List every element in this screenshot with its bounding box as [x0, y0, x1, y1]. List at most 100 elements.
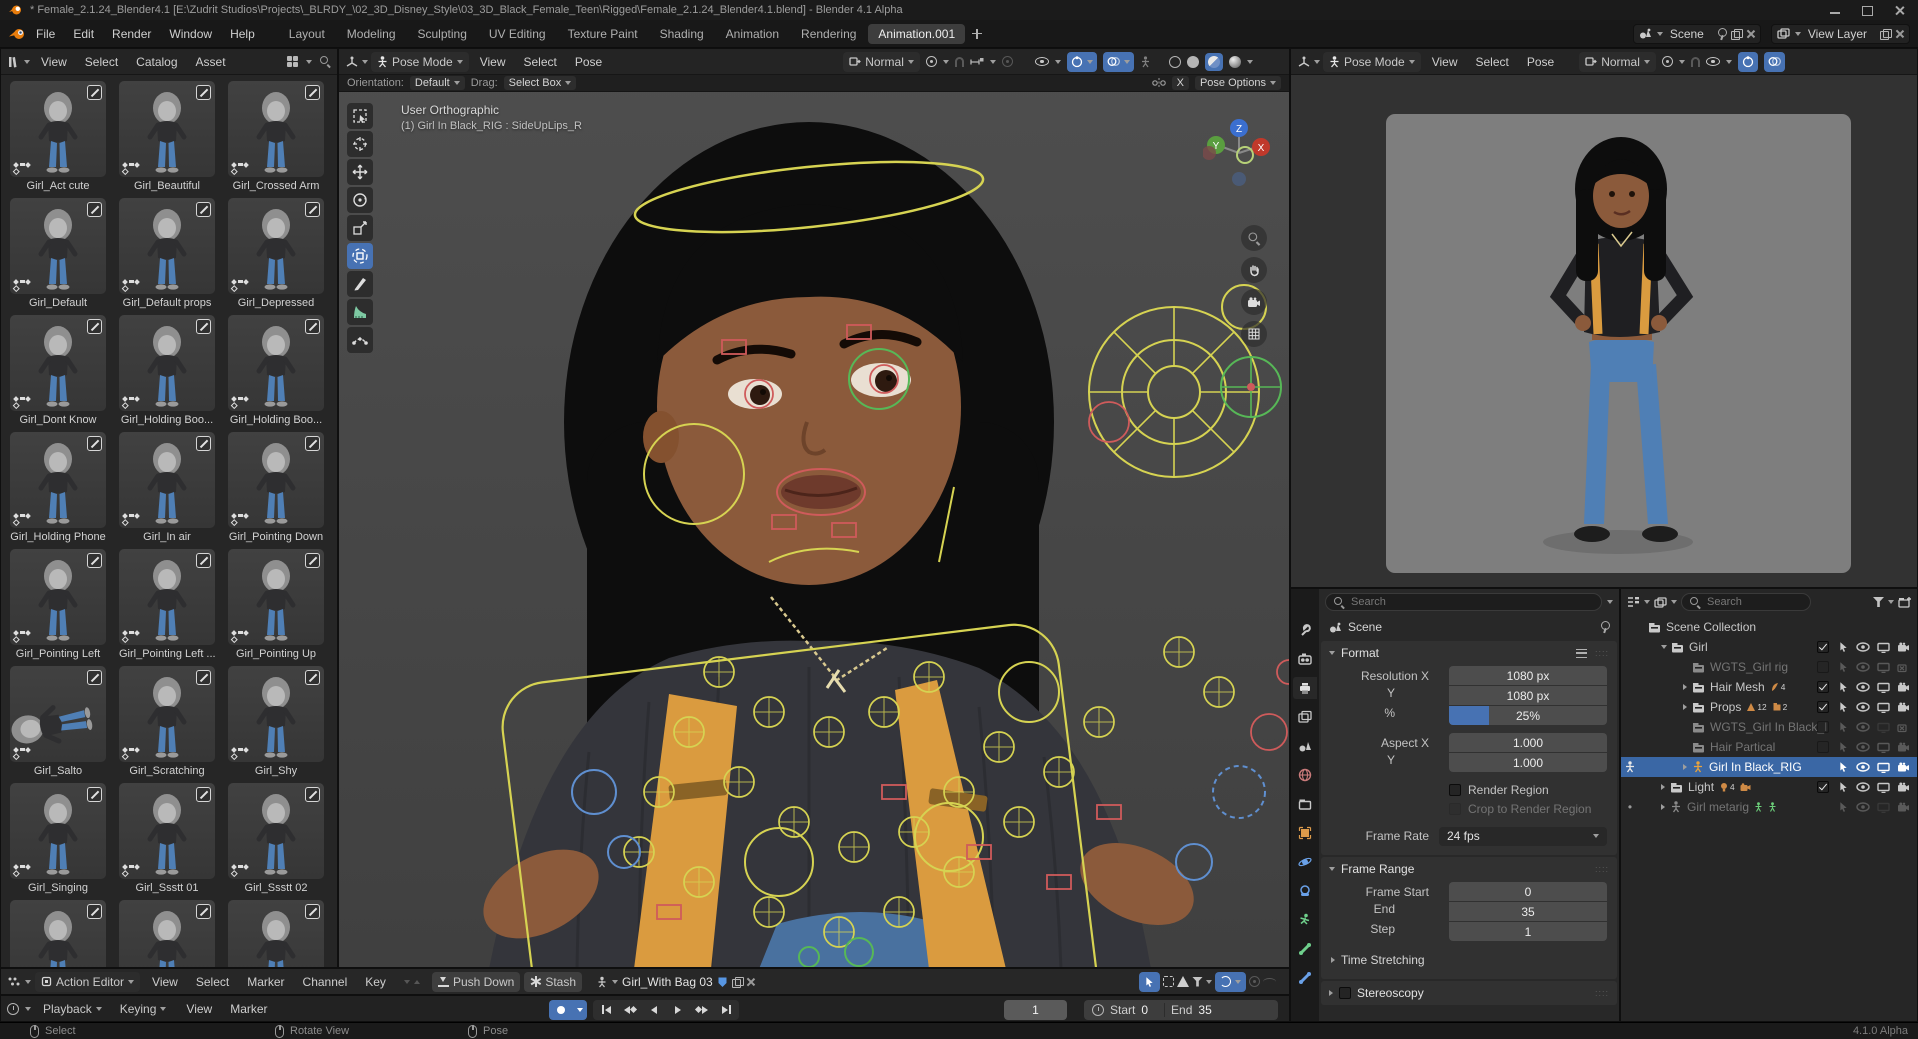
select-box-tool-button[interactable]	[347, 103, 373, 129]
jump-to-end-button[interactable]	[715, 1000, 737, 1020]
selectable-icon[interactable]	[1833, 801, 1853, 813]
dope-menu-channel[interactable]: Channel	[295, 973, 356, 991]
properties-tab-view-layer[interactable]	[1293, 706, 1317, 728]
properties-tab-bone[interactable]	[1293, 938, 1317, 960]
shading-material-button[interactable]	[1205, 53, 1223, 71]
hide-icon[interactable]	[1853, 682, 1873, 692]
visibility-caret[interactable]	[1055, 60, 1061, 64]
asset-thumbnail[interactable]	[10, 549, 106, 645]
frame-range-fields[interactable]: Start 0 End 35	[1084, 1000, 1278, 1020]
snap-with-icon[interactable]	[970, 57, 984, 67]
breadcrumb-scene[interactable]: Scene	[1348, 620, 1382, 634]
disable-render-icon[interactable]	[1893, 762, 1913, 773]
asset-thumbnail[interactable]	[10, 432, 106, 528]
edit-asset-icon[interactable]	[196, 202, 211, 217]
asset-thumbnail[interactable]	[228, 900, 324, 967]
menu-window[interactable]: Window	[161, 25, 220, 43]
time-stretching-panel[interactable]: Time Stretching	[1321, 949, 1617, 971]
viewport2-menu-view[interactable]: View	[1424, 53, 1466, 71]
exclude-checkbox[interactable]	[1817, 721, 1829, 733]
asset-thumbnail[interactable]	[119, 432, 215, 528]
asset-shield-icon[interactable]	[717, 976, 728, 988]
viewport-editor-icon[interactable]	[345, 56, 359, 68]
asset-card-girl-scratching[interactable]: Girl_Scratching	[119, 666, 215, 779]
only-selected-button[interactable]	[1139, 972, 1160, 992]
asset-thumbnail[interactable]	[119, 783, 215, 879]
show-overlays-button[interactable]	[1103, 52, 1134, 72]
outliner-row-hair-partical[interactable]: Hair Partical	[1621, 737, 1917, 757]
frame-rate-dropdown[interactable]: 24 fps	[1439, 827, 1607, 846]
dope-editor-caret[interactable]	[25, 980, 31, 984]
collapse-caret[interactable]	[1683, 764, 1687, 770]
transform-orientation-dropdown[interactable]: Normal	[843, 52, 920, 72]
pan-hand-button[interactable]	[1241, 257, 1267, 283]
disable-render-icon[interactable]	[1893, 682, 1913, 693]
tab-rendering[interactable]: Rendering	[791, 24, 866, 44]
cursor-tool-button[interactable]	[347, 131, 373, 157]
asset-thumbnail[interactable]	[10, 666, 106, 762]
tab-layout[interactable]: Layout	[279, 24, 335, 44]
copy-scene-icon[interactable]	[1731, 29, 1741, 39]
viewport2-menu-select[interactable]: Select	[1468, 53, 1517, 71]
collapse-caret[interactable]	[1661, 784, 1665, 790]
close-icon[interactable]	[1894, 5, 1904, 15]
maximize-icon[interactable]	[1862, 5, 1872, 15]
new-collection-icon[interactable]	[1898, 596, 1912, 608]
exclude-checkbox[interactable]	[1817, 641, 1829, 653]
menu-render[interactable]: Render	[104, 25, 159, 43]
push-down-button[interactable]: Push Down	[432, 972, 520, 992]
exclude-checkbox[interactable]	[1817, 781, 1829, 793]
exclude-checkbox[interactable]	[1817, 681, 1829, 693]
asset-thumbnail[interactable]	[228, 81, 324, 177]
outliner-display-caret[interactable]	[1644, 600, 1650, 604]
asset-card-girl-crossed-arm[interactable]: Girl_Crossed Arm	[228, 81, 324, 194]
tab-texture-paint[interactable]: Texture Paint	[558, 24, 648, 44]
hide-icon[interactable]	[1853, 742, 1873, 752]
show-visibility-icon[interactable]	[1035, 57, 1049, 66]
crop-region-checkbox[interactable]	[1449, 803, 1461, 815]
browse-action-caret[interactable]	[612, 980, 618, 984]
disable-render-icon[interactable]	[1893, 702, 1913, 713]
viewport2-pivot-icon[interactable]	[1662, 56, 1673, 67]
asset-card-girl-singing[interactable]: Girl_Singing	[10, 783, 106, 896]
prev-keyframe-button[interactable]	[619, 1000, 641, 1020]
viewport-camera[interactable]: Pose Mode ViewSelectPose Normal	[1290, 48, 1918, 588]
timeline-editor-icon[interactable]	[7, 1003, 19, 1015]
edit-asset-icon[interactable]	[305, 670, 320, 685]
resolution-x-field[interactable]: 1080 px	[1449, 666, 1607, 685]
asset-menu-view[interactable]: View	[33, 53, 75, 71]
panel-grip[interactable]: ::::	[1595, 648, 1609, 658]
playback-menu[interactable]: Playback	[37, 999, 108, 1019]
filter-icon[interactable]	[1873, 597, 1884, 607]
hide-icon[interactable]	[1853, 802, 1873, 812]
dope-menu-select[interactable]: Select	[188, 973, 237, 991]
dope-filter-caret[interactable]	[1206, 980, 1212, 984]
render-excluded-icon[interactable]	[1893, 662, 1913, 673]
asset-thumbnail[interactable]	[228, 783, 324, 879]
properties-tab-world[interactable]	[1293, 764, 1317, 786]
disable-render-icon[interactable]	[1893, 742, 1913, 753]
asset-browser-editor-icon[interactable]	[7, 56, 21, 68]
frame-start-field[interactable]: 0	[1449, 882, 1607, 901]
asset-thumbnail[interactable]	[228, 549, 324, 645]
browse-action-icon[interactable]	[596, 976, 608, 988]
edit-asset-icon[interactable]	[305, 553, 320, 568]
expand-caret[interactable]	[1661, 645, 1667, 649]
asset-card-girl-default-props[interactable]: Girl_Default props	[119, 198, 215, 311]
selectable-icon[interactable]	[1833, 681, 1853, 693]
disable-render-icon[interactable]	[1893, 642, 1913, 653]
render-region-checkbox[interactable]	[1449, 784, 1461, 796]
viewport2-visibility-icon[interactable]	[1706, 57, 1720, 66]
asset-card-girl-act-cute[interactable]: Girl_Act cute	[10, 81, 106, 194]
asset-card-girl-ssstt-02[interactable]: Girl_Ssstt 02	[228, 783, 324, 896]
presets-icon[interactable]	[1576, 649, 1587, 658]
only-errors-icon[interactable]	[1177, 976, 1189, 987]
disable-viewport-icon[interactable]	[1873, 802, 1893, 813]
asset-thumbnail[interactable]	[228, 432, 324, 528]
timeline-menu-view[interactable]: View	[178, 1000, 220, 1018]
viewport-menu-view[interactable]: View	[472, 53, 514, 71]
viewport2-orientation-dropdown[interactable]: Normal	[1579, 52, 1656, 72]
edit-asset-icon[interactable]	[305, 787, 320, 802]
blender-menu-logo-icon[interactable]	[8, 27, 26, 41]
outliner-row-light[interactable]: Light4	[1621, 777, 1917, 797]
